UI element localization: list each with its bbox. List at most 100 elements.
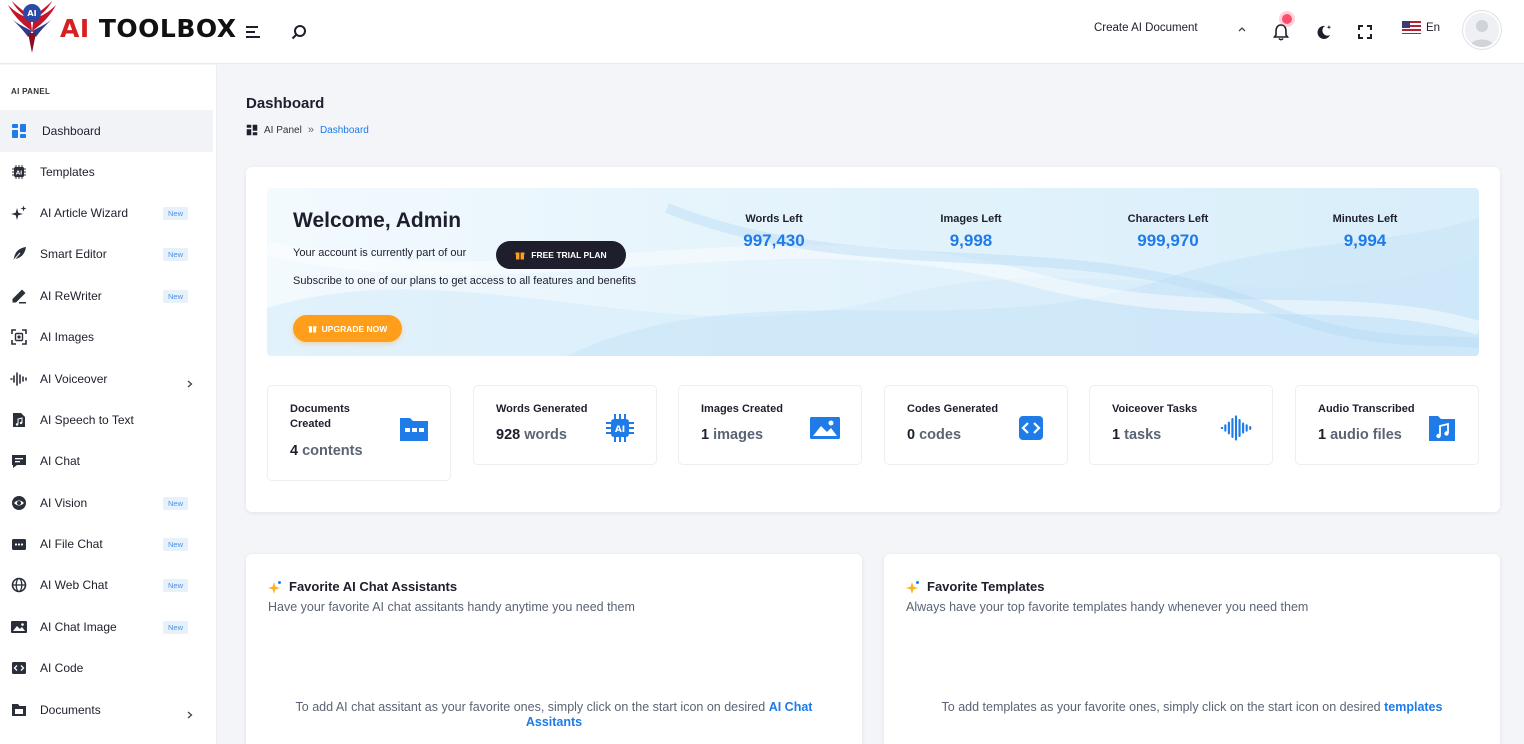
sidebar-item-label: AI Article Wizard [40,206,129,220]
welcome-card: Welcome, Admin Your account is currently… [246,167,1500,512]
empty-state-text: To add AI chat assitant as your favorite… [295,700,813,729]
svg-text:AI: AI [27,9,36,18]
templates-link[interactable]: templates [1384,700,1442,714]
music-folder-icon [1426,412,1458,444]
user-avatar[interactable] [1463,11,1501,49]
sidebar-item-label: AI ReWriter [40,289,102,303]
images-created-card: Images Created 1 images [678,385,862,465]
breadcrumb-current[interactable]: Dashboard [320,125,369,136]
search-icon[interactable] [287,20,311,44]
codes-generated-card: Codes Generated 0 codes [884,385,1068,465]
favorite-templates-card: Favorite Templates Always have your top … [884,554,1500,744]
bell-icon[interactable] [1269,20,1293,44]
fullscreen-icon[interactable] [1353,20,1377,44]
dashboard-icon [246,124,258,136]
stat-title: Codes Generated [907,403,999,415]
sidebar-item-ai-file-chat[interactable]: AI File Chat New [0,523,213,565]
sidebar-item-ai-chat[interactable]: AI Chat [0,440,213,482]
subscribe-description: Subscribe to one of our plans to get acc… [293,275,637,287]
welcome-banner: Welcome, Admin Your account is currently… [267,188,1479,356]
chevron-up-icon[interactable] [1236,22,1248,34]
sidebar-item-ai-article-wizard[interactable]: AI Article Wizard New [0,192,213,234]
sidebar-item-ai-speech-to-text[interactable]: AI Speech to Text [0,399,213,441]
stat-title: Audio Transcribed [1318,403,1415,415]
dashboard-icon [10,122,28,140]
stat-label: Characters Left [1127,213,1209,225]
ai-chip-icon: AI [604,412,636,444]
create-ai-document-button[interactable]: Create AI Document [1094,22,1198,34]
image-scan-icon [10,328,28,346]
words-left-stat: Words Left 997,430 [709,213,839,251]
sidebar-item-ai-voiceover[interactable]: AI Voiceover [0,358,213,400]
stat-value: 4 contents [290,443,363,459]
card-subtitle: Always have your top favorite templates … [906,600,1309,614]
sidebar-item-templates[interactable]: AI Templates [0,151,213,193]
sidebar-item-label: Dashboard [42,124,101,138]
feather-icon [10,245,28,263]
empty-state-text: To add templates as your favorite ones, … [941,700,1443,714]
pen-icon [10,287,28,305]
ai-chip-icon: AI [10,163,28,181]
sidebar-item-ai-images[interactable]: AI Images [0,316,213,358]
stat-value: 0 codes [907,427,962,443]
voiceover-tasks-card: Voiceover Tasks 1 tasks [1089,385,1273,465]
waveform-icon [1220,412,1252,444]
chevron-right-icon [186,375,194,388]
free-trial-plan-button[interactable]: FREE TRIAL PLAN [496,241,626,269]
sidebar-item-label: AI File Chat [40,537,103,551]
sidebar-item-ai-vision[interactable]: AI Vision New [0,482,213,524]
sidebar-item-documents[interactable]: Documents [0,689,213,731]
new-badge: New [163,578,189,592]
top-bar: AI AI TOOLBOX Create AI Document En [0,0,1524,64]
gift-icon [515,252,525,260]
account-text: Your account is currently part of our [293,247,467,259]
breadcrumb-root[interactable]: AI Panel [264,125,302,136]
stat-value: 9,994 [1343,231,1387,250]
stat-title: Images Created [701,403,783,415]
file-chat-icon [10,535,28,553]
star-sparkle-icon [906,580,919,594]
brand-logo[interactable]: AI AI TOOLBOX [6,0,237,56]
sidebar-item-label: AI Chat Image [40,620,117,634]
favorite-ai-chat-assistants-card: Favorite AI Chat Assistants Have your fa… [246,554,862,744]
card-title: Favorite Templates [906,579,1045,594]
image-icon [10,618,28,636]
code-icon [10,659,28,677]
sidebar-section-title: AI PANEL [11,87,51,96]
sidebar-item-ai-rewriter[interactable]: AI ReWriter New [0,275,213,317]
sidebar-item-ai-code[interactable]: AI Code [0,647,213,689]
menu-toggle-icon[interactable] [241,20,265,44]
documents-icon [398,413,430,445]
sidebar-item-label: AI Web Chat [40,578,108,592]
new-badge: New [163,620,189,634]
stat-value: 999,970 [1137,231,1199,250]
sidebar-item-label: AI Images [40,330,95,344]
card-title: Favorite AI Chat Assistants [268,579,457,594]
language-selector[interactable]: En [1402,21,1440,34]
sidebar-item-dashboard[interactable]: Dashboard [0,110,213,152]
sidebar-item-smart-editor[interactable]: Smart Editor New [0,233,213,275]
new-badge: New [163,496,189,510]
plan-label: FREE TRIAL PLAN [531,250,607,260]
stat-value: 1 tasks [1112,427,1162,443]
stat-label: Words Left [745,213,803,225]
sidebar-item-ai-chat-image[interactable]: AI Chat Image New [0,606,213,648]
sidebar-item-ai-web-chat[interactable]: AI Web Chat New [0,564,213,606]
sidebar: AI PANEL Dashboard AI Templates AI Artic… [0,65,217,744]
dark-mode-moon-icon[interactable] [1312,20,1336,44]
notification-dot [1282,14,1292,24]
upgrade-label: UPGRADE NOW [321,323,388,334]
stat-value: 928 words [496,427,567,443]
image-icon [809,412,841,444]
folder-icon [10,701,28,719]
upgrade-now-button[interactable]: UPGRADE NOW [293,315,402,342]
audio-transcribed-card: Audio Transcribed 1 audio files [1295,385,1479,465]
stat-value: 1 audio files [1318,427,1402,443]
images-left-stat: Images Left 9,998 [906,213,1036,251]
minutes-left-stat: Minutes Left 9,994 [1300,213,1430,251]
waveform-icon [10,370,28,388]
characters-left-stat: Characters Left 999,970 [1103,213,1233,251]
brand-name: AI TOOLBOX [60,13,237,43]
sidebar-item-label: AI Voiceover [40,372,108,386]
sidebar-item-label: AI Speech to Text [40,413,134,427]
